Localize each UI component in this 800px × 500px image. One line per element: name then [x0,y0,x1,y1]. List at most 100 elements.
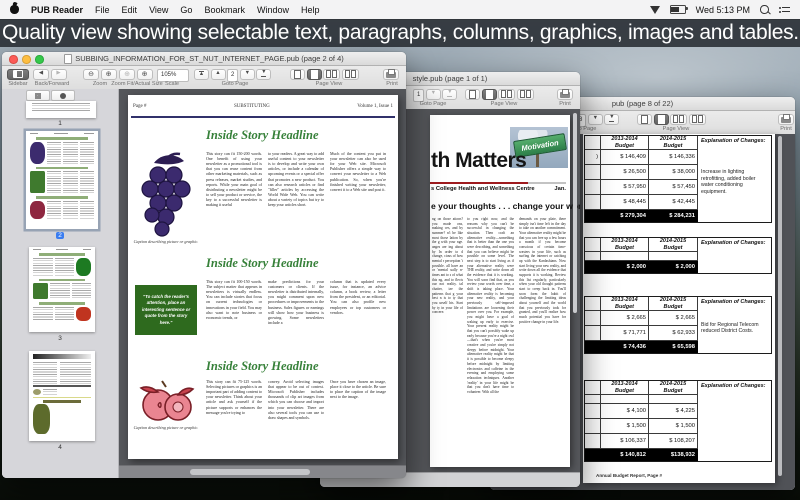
story-headline-3: Inside Story Headline [206,359,319,374]
single-page-continuous-button[interactable] [307,69,322,80]
story1-column-1: This story can fit 150-200 words. One be… [206,151,262,237]
page-thumbnail-1[interactable] [26,101,96,118]
vertical-scrollbar[interactable] [573,113,577,313]
titlebar-subbing[interactable]: SUBBING_INFORMATION_FOR_ST_NUT_INTERNET_… [2,52,406,66]
table-total-cell [585,341,601,353]
spotlight-search-icon[interactable] [760,5,769,14]
back-button[interactable]: ◀ [33,69,49,80]
table-total-cell: $ 2,000 [601,261,649,273]
two-page-view-button[interactable] [323,69,340,80]
battery-icon[interactable] [670,5,686,14]
story-headline-1: Inside Story Headline [206,128,319,143]
notification-center-icon[interactable] [779,7,791,13]
zoom-out-button[interactable]: ⊖ [83,69,99,80]
horizontal-scrollbar[interactable] [119,465,406,478]
explanation-text: Bid for Regional Telecom reduced Distric… [701,322,768,335]
menu-file[interactable]: File [95,5,110,15]
printer-icon [781,117,791,123]
table-value-cell: $ 71,771 [601,326,649,341]
story2-column-1: This story can fit 100-150 words. The su… [206,279,262,357]
table-value-cell: $ 1,500 [649,419,698,434]
budget-table-3: 2013-2014Budget2014-2015Budget$ 2,665$ 2… [584,296,772,354]
single-page-view-button[interactable] [465,89,480,100]
explanation-column: Explanation of Changes: [698,381,771,461]
article-column-2: to you right now, and the reasons why yo… [467,217,514,463]
goto-first-page-button[interactable]: ▲ [194,69,209,80]
scrollbar-thumb[interactable] [190,469,310,475]
forward-button[interactable]: ▶ [51,69,67,80]
wifi-icon[interactable] [650,6,660,14]
print-button[interactable] [383,69,399,80]
sidebar-toggle-button[interactable] [7,69,29,80]
story1-column-3: Much of the content you put in your news… [330,151,386,237]
window-title-subbing: SUBBING_INFORMATION_FOR_ST_NUT_INTERNET_… [64,54,344,64]
next-page-button[interactable]: ▼ [240,69,255,80]
single-page-view-button[interactable] [637,114,652,125]
budget-page[interactable]: 2013-2014Budget2014-2015Budget)$ 146,409… [583,134,775,483]
page-thumbnail-3[interactable] [29,247,95,332]
menu-clock[interactable]: Wed 5:13 PM [696,5,750,15]
page-thumbnail-4[interactable] [29,351,95,441]
story1-column-2: to your readers. A great way to add usef… [268,151,324,237]
table-value-cell: $ 1,500 [601,419,649,434]
zoom-fit-button[interactable]: ⊕ [119,69,135,80]
thumbnail-number: 3 [2,335,118,342]
menu-view[interactable]: View [149,5,168,15]
menu-bookmark[interactable]: Bookmark [204,5,245,15]
explanation-column: Explanation of Changes: Bid for Regional … [698,297,771,353]
print-button[interactable] [778,114,794,125]
menu-help[interactable]: Help [301,5,320,15]
health-matters-page[interactable]: Motivation th Matters s College Health a… [430,115,570,467]
story3-column-2: convey. Avoid selecting images that appe… [268,379,324,441]
table-value-cell: $ 2,665 [601,311,649,326]
print-button[interactable] [557,89,573,100]
goto-last-page-button[interactable]: ▼ [442,89,457,100]
apple-menu-icon[interactable] [10,5,19,14]
thumbnail-grid-icon[interactable] [26,90,50,101]
vertical-scrollbar[interactable] [778,136,782,476]
single-page-continuous-button[interactable] [482,89,497,100]
page-header-center: SUBSTITUTING [234,104,270,109]
printer-icon [560,92,570,98]
table-value-cell [601,252,649,261]
previous-page-button[interactable]: ▲ [211,69,226,80]
next-page-button[interactable]: ▼ [426,89,441,100]
caption-banner: Quality view showing selectable text, pa… [0,19,800,47]
table-cell [585,297,601,311]
next-page-button[interactable]: ▼ [588,114,603,125]
newsletter-page[interactable]: Page # SUBSTITUTING Volume 1, Issue 1 In… [128,95,398,459]
goto-last-page-button[interactable]: ▼ [256,69,271,80]
grapes-clipart [136,151,196,237]
two-page-continuous-button[interactable] [342,69,359,80]
goto-page-label: Goto Page [420,101,447,107]
toolbar-subbing: Sidebar ◀ ▶ Back/Forward ⊖ ⊕ Zoom ⊕ ⊕ Zo… [2,66,406,90]
actual-size-button[interactable]: ⊕ [137,69,153,80]
zoom-in-button[interactable]: ⊕ [101,69,117,80]
two-page-continuous-button[interactable] [517,89,534,100]
two-page-view-button[interactable] [670,114,687,125]
app-menu[interactable]: PUB Reader [31,5,83,15]
story3-column-1: This story can fit 75-125 words. Selecti… [206,379,262,441]
menu-bar: PUB Reader File Edit View Go Bookmark Wi… [0,0,800,19]
print-label: Print [559,101,571,107]
traffic-lights[interactable] [9,55,44,64]
single-page-continuous-button[interactable] [654,114,669,125]
thumbnail-zoom-icon[interactable] [51,90,75,101]
budget-table-1: 2013-2014Budget2014-2015Budget)$ 146,409… [584,135,772,223]
menu-edit[interactable]: Edit [122,5,138,15]
budget-table-2: 2013-2014Budget2014-2015Budget$ 2,000$ 2… [584,237,772,274]
two-page-continuous-button[interactable] [689,114,706,125]
table-cell: ) [585,150,601,165]
table-total-cell [585,261,601,273]
explanation-header: Explanation of Changes: [701,299,768,305]
page-thumbnail-2[interactable] [26,131,98,229]
two-page-view-button[interactable] [498,89,515,100]
menu-window[interactable]: Window [257,5,289,15]
newsletter-date: Jan. [554,186,566,192]
explanation-header: Explanation of Changes: [701,138,768,144]
goto-last-page-button[interactable]: ▼ [604,114,619,125]
table-cell [585,434,601,449]
single-page-view-button[interactable] [290,69,305,80]
menu-go[interactable]: Go [180,5,192,15]
table-total-cell: $ 74,436 [601,341,649,353]
